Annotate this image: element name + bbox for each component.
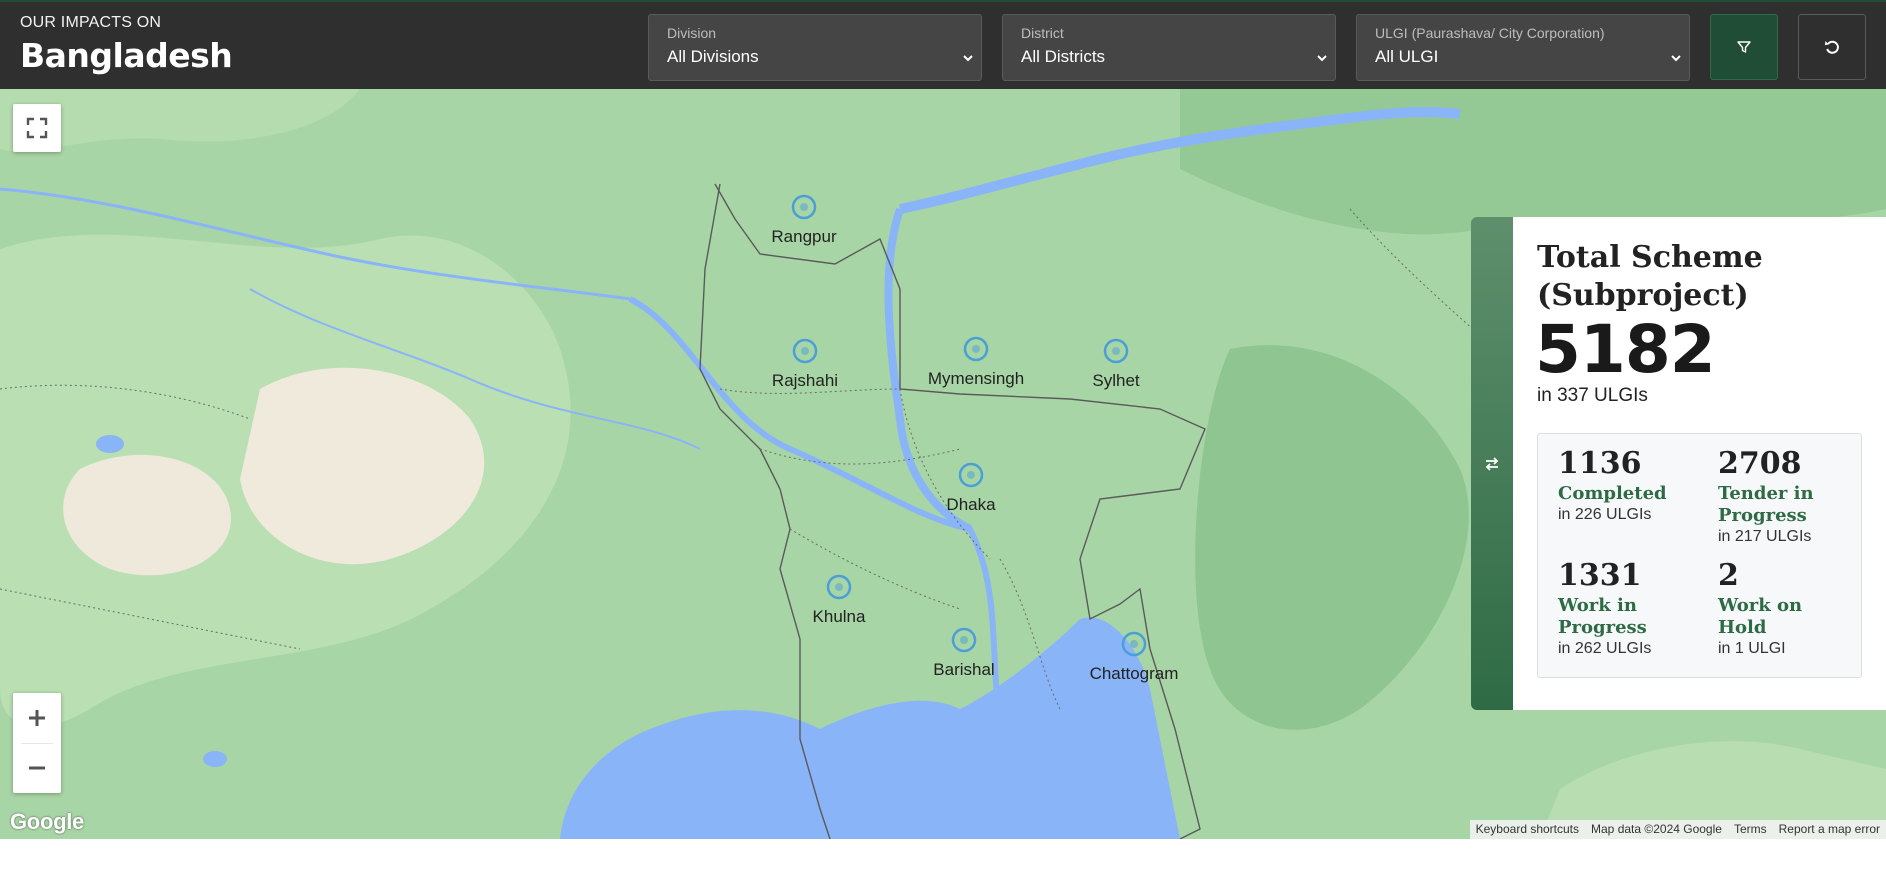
filter-icon	[1737, 41, 1751, 53]
page-title: Bangladesh	[20, 36, 233, 75]
swap-icon	[1485, 456, 1499, 471]
division-select[interactable]: Division All Divisions	[648, 14, 982, 81]
stats-total: 5182	[1535, 311, 1716, 388]
stat-label: Tender in Progress	[1718, 483, 1814, 526]
map-data-credit: Map data ©2024 Google	[1591, 822, 1722, 836]
stats-breakdown: 1136 Completed in 226 ULGIs 2708 Tender …	[1537, 433, 1862, 678]
stat-completed: 1136 Completed in 226 ULGIs	[1558, 446, 1708, 524]
marker-label: Dhaka	[946, 495, 996, 514]
district-label: District	[1021, 25, 1064, 41]
stat-value: 1331	[1558, 558, 1642, 593]
location-marker-icon	[958, 462, 984, 488]
stat-sub: in 226 ULGIs	[1558, 506, 1652, 523]
panel-toggle-button[interactable]	[1471, 217, 1513, 710]
marker-chattogram[interactable]: Chattogram	[1090, 631, 1178, 684]
reset-filter-button[interactable]	[1798, 14, 1866, 80]
marker-label: Khulna	[812, 607, 866, 626]
zoom-divider	[21, 743, 53, 744]
location-marker-icon	[792, 338, 818, 364]
division-label: Division	[667, 25, 717, 41]
marker-label: Chattogram	[1089, 664, 1179, 683]
location-marker-icon	[951, 627, 977, 653]
brand-kicker: OUR IMPACTS ON	[20, 14, 162, 31]
marker-label: Mymensingh	[927, 369, 1025, 388]
stat-value: 2	[1718, 558, 1739, 593]
stat-work-on-hold: 2 Work on Hold in 1 ULGI	[1718, 558, 1838, 658]
location-marker-icon	[1103, 338, 1129, 364]
ulgi-select[interactable]: ULGI (Paurashava/ City Corporation) All …	[1356, 14, 1690, 81]
chevron-down-icon	[963, 55, 973, 62]
google-logo: Google	[10, 809, 84, 834]
location-marker-icon	[826, 574, 852, 600]
stat-value: 2708	[1718, 446, 1802, 481]
plus-icon	[29, 710, 45, 726]
minus-icon	[29, 766, 45, 770]
stat-sub: in 262 ULGIs	[1558, 640, 1652, 657]
marker-label: Sylhet	[1092, 371, 1140, 390]
division-value: All Divisions	[667, 47, 759, 66]
ulgi-value: All ULGI	[1375, 47, 1439, 66]
stats-total-sub: in 337 ULGIs	[1537, 385, 1648, 406]
ulgi-label: ULGI (Paurashava/ City Corporation)	[1375, 25, 1605, 41]
location-marker-icon	[1121, 631, 1147, 657]
stat-value: 1136	[1558, 446, 1642, 481]
marker-label: Rangpur	[771, 227, 837, 246]
stat-tender-in-progress: 2708 Tender in Progress in 217 ULGIs	[1718, 446, 1848, 546]
stats-title: Total Scheme (Subproject)	[1537, 240, 1763, 313]
stat-label: Work on Hold	[1718, 595, 1803, 638]
marker-mymensingh[interactable]: Mymensingh	[928, 336, 1024, 389]
chevron-down-icon	[1671, 55, 1681, 62]
chevron-down-icon	[1317, 55, 1327, 62]
district-select[interactable]: District All Districts	[1002, 14, 1336, 81]
marker-sylhet[interactable]: Sylhet	[1086, 338, 1146, 391]
stat-sub: in 1 ULGI	[1718, 640, 1786, 657]
marker-rajshahi[interactable]: Rajshahi	[772, 338, 838, 391]
map-attribution: Keyboard shortcuts Map data ©2024 Google…	[1469, 820, 1886, 839]
reset-icon	[1824, 40, 1839, 54]
brand: OUR IMPACTS ON Bangladesh	[20, 14, 233, 75]
location-marker-icon	[791, 194, 817, 220]
marker-khulna[interactable]: Khulna	[809, 574, 869, 627]
stat-sub: in 217 ULGIs	[1718, 528, 1812, 545]
stat-label: Completed	[1558, 483, 1667, 504]
marker-barishal[interactable]: Barishal	[933, 627, 995, 680]
zoom-controls	[13, 693, 61, 793]
fullscreen-button[interactable]	[13, 104, 61, 152]
stats-panel: Total Scheme (Subproject) 5182 in 337 UL…	[1513, 217, 1886, 710]
zoom-in-button[interactable]	[13, 693, 61, 743]
marker-rangpur[interactable]: Rangpur	[771, 194, 837, 247]
stat-work-in-progress: 1331 Work in Progress in 262 ULGIs	[1558, 558, 1688, 658]
zoom-out-button[interactable]	[13, 743, 61, 793]
terms-link[interactable]: Terms	[1728, 820, 1773, 839]
marker-label: Rajshahi	[771, 371, 839, 390]
top-bar: OUR IMPACTS ON Bangladesh Division All D…	[0, 0, 1886, 89]
location-marker-icon	[963, 336, 989, 362]
keyboard-shortcuts-link[interactable]: Keyboard shortcuts	[1470, 820, 1585, 839]
apply-filter-button[interactable]	[1710, 14, 1778, 80]
report-error-link[interactable]: Report a map error	[1773, 820, 1886, 839]
fullscreen-icon	[26, 117, 48, 139]
marker-dhaka[interactable]: Dhaka	[941, 462, 1001, 515]
district-value: All Districts	[1021, 47, 1106, 66]
marker-label: Barishal	[933, 660, 995, 679]
stat-label: Work in Progress	[1558, 595, 1647, 638]
